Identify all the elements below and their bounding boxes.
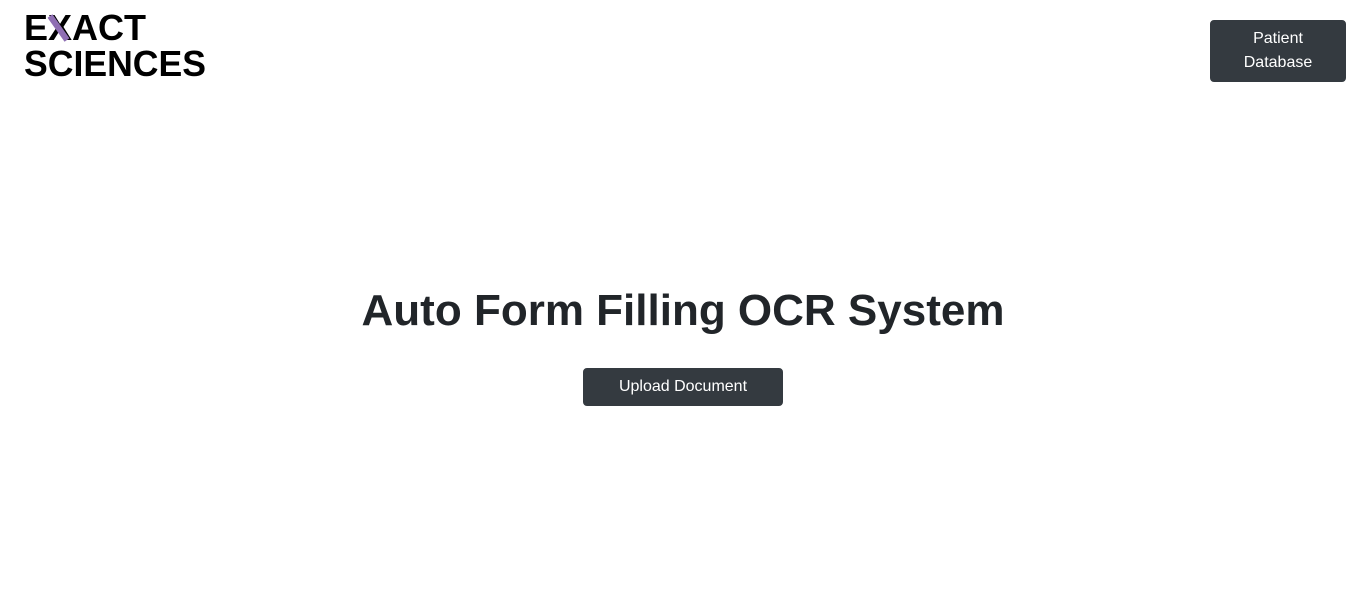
page-title: Auto Form Filling OCR System [361,286,1005,335]
logo-line-2: SCIENCES [24,43,206,79]
hero-section: Auto Form Filling OCR System [0,280,1366,342]
patient-database-label-line-1: Patient [1253,30,1303,47]
logo-graphic: EXACT SCIENCES [24,11,206,79]
exact-sciences-logo[interactable]: EXACT SCIENCES [24,11,208,79]
upload-document-button[interactable]: Upload Document [583,368,783,406]
patient-database-button[interactable]: Patient Database [1210,20,1346,82]
patient-database-label-line-2: Database [1243,54,1313,71]
page: EXACT SCIENCES Patient Database Auto For… [0,0,1366,616]
